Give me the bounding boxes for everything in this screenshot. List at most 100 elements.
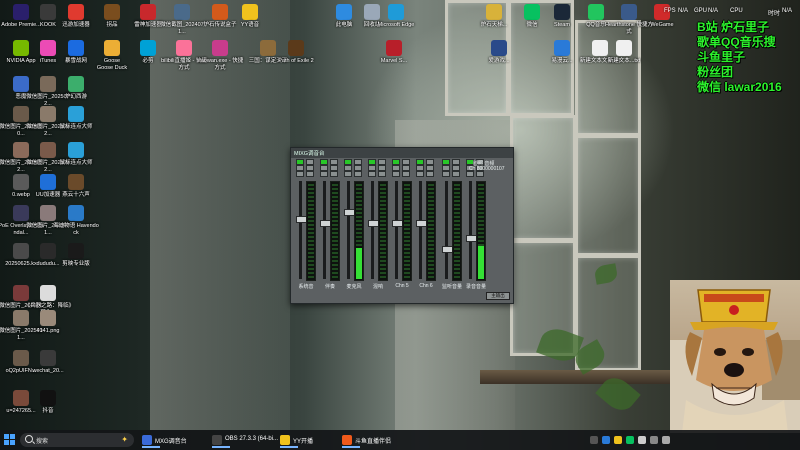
network-icon[interactable]	[650, 436, 658, 444]
desktop-icon[interactable]: 炉幻西游	[52, 76, 100, 101]
channel-strip: 混响	[367, 159, 389, 294]
channel-toggle-button[interactable]	[452, 171, 460, 177]
fader-track[interactable]	[416, 181, 427, 279]
channel-toggle-button[interactable]	[442, 171, 450, 177]
tray-icon[interactable]	[590, 436, 598, 444]
desktop-icon[interactable]: 新建文本...txt	[600, 40, 648, 65]
channel-toggle-button[interactable]	[426, 171, 434, 177]
desktop-icon[interactable]: 抖音	[24, 390, 72, 415]
channel-toggle-button[interactable]	[392, 171, 400, 177]
taskbar-app-button[interactable]: YY开播	[278, 432, 338, 448]
overlay-line: 斗鱼里子	[697, 50, 746, 64]
channel-toggle-button[interactable]	[354, 171, 362, 177]
webcam-overlay	[670, 280, 800, 433]
channel-name: 录音音量	[465, 284, 486, 290]
desktop-icon-label: 鼠标连点大师	[59, 124, 93, 130]
channel-toggle-button[interactable]	[402, 171, 410, 177]
desktop-icon-image	[176, 40, 192, 56]
stream-text-overlay: B站 炉石里子 歌单QQ音乐搜 斗鱼里子 粉丝团 微信 lawar2016	[697, 20, 800, 95]
search-icon	[25, 435, 33, 443]
overlay-line: 歌单QQ音乐搜	[697, 35, 776, 49]
fader-track[interactable]	[392, 181, 403, 279]
channel-toggle-button[interactable]	[378, 171, 386, 177]
desktop-icon-image	[140, 40, 156, 56]
channel-buttons	[320, 159, 340, 177]
mixer-titlebar[interactable]: MIXG调音台	[291, 148, 513, 158]
level-meter	[452, 181, 462, 281]
taskbar-search-box[interactable]: 搜索 ✦	[20, 433, 134, 447]
desktop-icon[interactable]: 4141.png	[24, 310, 72, 335]
channel-toggle-button[interactable]	[368, 171, 376, 177]
channel-strip: Chn 5	[391, 159, 413, 294]
volume-icon[interactable]	[662, 436, 670, 444]
taskbar-app-button[interactable]: MXG调音台	[140, 432, 206, 448]
overlay-line: 微信 lawar2016	[697, 80, 782, 94]
level-meter	[402, 181, 412, 281]
level-meter	[476, 181, 486, 281]
taskbar-app-label: 斗鱼直播伴侣	[355, 439, 392, 445]
desktop-icon[interactable]: 鼠标连点大师	[52, 142, 100, 167]
channel-buttons	[392, 159, 412, 177]
channel-buttons	[442, 159, 462, 177]
fader-track[interactable]	[296, 181, 307, 279]
level-meter	[426, 181, 436, 281]
level-meter	[330, 181, 340, 281]
fader-track[interactable]	[442, 181, 453, 279]
wechat-tray-icon[interactable]	[626, 436, 634, 444]
channel-toggle-button[interactable]	[416, 171, 424, 177]
fader-track[interactable]	[344, 181, 355, 279]
desktop-icon[interactable]: Path of Exile 2	[272, 40, 320, 65]
channel-toggle-button[interactable]	[320, 171, 328, 177]
channel-toggle-button[interactable]	[296, 171, 304, 177]
desktop-icon[interactable]: 燕云十六声	[52, 174, 100, 199]
taskbar-app-button[interactable]: 斗鱼直播伴侣	[340, 432, 410, 448]
tray-icon[interactable]	[614, 436, 622, 444]
taskbar-app-button[interactable]: OBS 27.3.3 (64-bi...	[210, 432, 278, 448]
mixer-master-button[interactable]: 主输出	[486, 292, 510, 300]
desktop-icon[interactable]: 剪映专业版	[52, 243, 100, 268]
channel-toggle-button[interactable]	[306, 171, 314, 177]
tray-icon[interactable]	[602, 436, 610, 444]
windows-start-button[interactable]	[4, 434, 16, 446]
desktop-icon-image	[40, 350, 56, 366]
desktop-icon[interactable]: 易漫云...	[538, 40, 586, 65]
desktop-icon-image	[554, 40, 570, 56]
taskbar-app-icon	[142, 435, 152, 445]
fader-track[interactable]	[320, 181, 331, 279]
desktop-icon[interactable]: Marvel S...	[370, 40, 418, 65]
taskbar-app-label: YY开播	[293, 439, 314, 445]
channel-toggle-button[interactable]	[330, 171, 338, 177]
overlay-line: B站 炉石里子	[697, 20, 770, 34]
desktop-icon-label: Marvel S...	[380, 58, 408, 64]
desktop-icon-label: 抖音	[42, 408, 54, 414]
level-meter	[306, 181, 316, 281]
desktop-icon-label: 海迪物语 Havendock	[53, 223, 99, 236]
mixer-window[interactable]: MIXG调音台 系统音 伴奏 麦克风 混响 Chn 5 Chn 6 监听音量 录音音量 脸照 …	[290, 147, 514, 304]
fps-label: FPS	[664, 8, 676, 14]
desktop-icon-label: 炉幻西游	[64, 94, 87, 100]
fader-track[interactable]	[466, 181, 477, 279]
taskbar-app-icon	[280, 435, 290, 445]
cpu-label: CPU	[730, 8, 743, 14]
fps-value: N/A	[678, 8, 689, 14]
taskbar-app-icon	[212, 435, 222, 445]
gpu-value: N/A	[708, 8, 719, 14]
mixer-right-label-2: Ch 8000000107	[469, 166, 505, 172]
desktop-icon-image	[68, 174, 84, 190]
window-sill	[480, 370, 670, 384]
fader-track[interactable]	[368, 181, 379, 279]
desktop-icon-label: 4141.png	[36, 328, 60, 334]
desktop-icon-label: Path of Exile 2	[278, 58, 314, 64]
channel-toggle-button[interactable]	[344, 171, 352, 177]
desktop-icon[interactable]: xiaowan.exe - 快捷方式	[196, 40, 244, 71]
desktop-icon[interactable]: 海迪物语 Havendock	[52, 205, 100, 236]
taskbar-app-icon	[342, 435, 352, 445]
desktop-icon[interactable]: 鼠标连点大师	[52, 106, 100, 131]
desktop-icon[interactable]: wechat_20...	[24, 350, 72, 375]
channel-strip: 录音音量	[465, 159, 487, 294]
desktop-icon[interactable]: 爱游戏...	[475, 40, 523, 65]
channel-strip: Chn 6	[415, 159, 437, 294]
time-label: 时时	[768, 11, 781, 17]
system-tray	[490, 430, 800, 450]
tray-icon[interactable]	[638, 436, 646, 444]
